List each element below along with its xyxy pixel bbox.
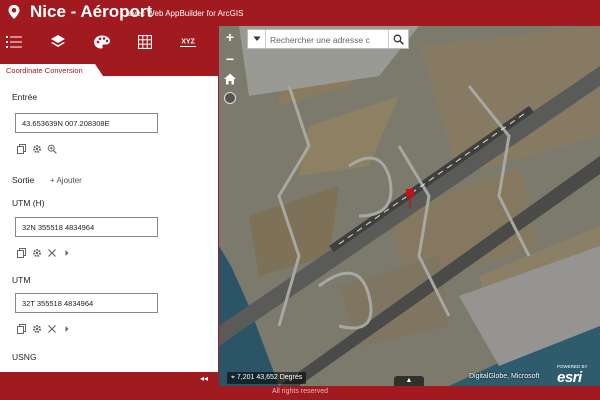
input-actions — [17, 143, 57, 155]
chevron-down-icon — [253, 36, 260, 41]
esri-logo: POWERED BY esri — [557, 364, 588, 386]
input-coordinate-field[interactable]: 43.653639N 007.208308E — [15, 113, 158, 133]
add-output-label: Ajouter — [56, 176, 82, 185]
search-button[interactable] — [388, 30, 408, 48]
crosshair-icon[interactable]: ⌖ — [231, 374, 235, 381]
gear-icon[interactable] — [32, 144, 42, 154]
legend-button[interactable] — [2, 30, 26, 54]
output-actions — [17, 323, 72, 335]
panel-collapse-bar: ◂◂ — [0, 372, 218, 386]
list-icon — [6, 36, 22, 48]
coordinate-button[interactable]: XYZ — [176, 30, 200, 54]
search-input[interactable] — [270, 33, 382, 46]
copy-icon[interactable] — [17, 324, 27, 334]
panel-tabbar: Coordinate Conversion — [0, 62, 218, 76]
copy-icon[interactable] — [17, 248, 27, 258]
basemap-button[interactable] — [90, 30, 114, 54]
coordinate-conversion-panel: Coordinate Conversion Entrée 43.653639N … — [0, 62, 218, 372]
output-coordinate-field[interactable]: 32N 355518 4834964 — [15, 217, 158, 237]
output-format-label: USNG — [12, 352, 37, 362]
zoom-out-button[interactable]: − — [223, 52, 237, 66]
home-icon[interactable] — [223, 72, 237, 86]
map-attribution: DigitalGlobe, Microsoft — [469, 373, 540, 380]
panel-tab-edge — [95, 64, 103, 76]
output-label: Sortie — [12, 175, 35, 185]
search-widget — [247, 29, 409, 49]
chevron-right-icon[interactable] — [62, 324, 72, 334]
search-icon — [393, 34, 404, 45]
plus-icon: + — [50, 176, 55, 185]
layers-icon — [51, 35, 65, 47]
output-actions — [17, 247, 72, 259]
grid-icon — [138, 35, 152, 49]
output-format-label: UTM (H) — [12, 198, 45, 208]
esri-name: esri — [557, 369, 582, 386]
copy-icon[interactable] — [17, 144, 27, 154]
input-label: Entrée — [12, 92, 38, 102]
palette-icon — [94, 35, 110, 49]
locate-button[interactable] — [224, 92, 236, 104]
output-coordinate-field[interactable]: 32T 355518 4834964 — [15, 293, 158, 313]
zoom-control: + − — [223, 30, 237, 66]
zoom-in-button[interactable]: + — [223, 30, 237, 44]
add-output-button[interactable]: + Ajouter — [50, 176, 82, 185]
gear-icon[interactable] — [32, 324, 42, 334]
gear-icon[interactable] — [32, 248, 42, 258]
output-format-label: UTM — [12, 275, 31, 285]
coordinate-value: 7,201 43,652 Degrés — [236, 374, 303, 381]
layers-button[interactable] — [46, 30, 70, 54]
widget-toolbar: XYZ — [0, 26, 218, 62]
satellite-imagery — [219, 26, 600, 386]
panel-tab-coordinate-conversion[interactable]: Coordinate Conversion — [0, 64, 95, 76]
footer-copyright: All rights reserved — [272, 388, 329, 395]
map-view[interactable]: + − ⌖ 7,201 43,652 Degrés ▲ DigitalGlobe… — [219, 26, 600, 386]
zoom-to-icon[interactable] — [47, 144, 57, 154]
grid-button[interactable] — [133, 30, 157, 54]
app-footer: All rights reserved — [0, 386, 600, 400]
close-icon[interactable] — [47, 248, 57, 258]
xyz-icon: XYZ — [180, 39, 196, 47]
app-subtitle: avec Web AppBuilder for ArcGIS — [128, 9, 244, 18]
location-pin-icon — [8, 5, 20, 19]
coordinate-readout: ⌖ 7,201 43,652 Degrés — [227, 372, 307, 384]
expand-attribute-table-button[interactable]: ▲ — [394, 376, 424, 386]
app-header: Nice - Aéroport avec Web AppBuilder for … — [0, 0, 600, 26]
collapse-panel-button[interactable]: ◂◂ — [200, 374, 208, 383]
svg-text:XYZ: XYZ — [181, 39, 195, 46]
chevron-right-icon[interactable] — [62, 248, 72, 258]
search-source-dropdown[interactable] — [248, 30, 266, 48]
close-icon[interactable] — [47, 324, 57, 334]
